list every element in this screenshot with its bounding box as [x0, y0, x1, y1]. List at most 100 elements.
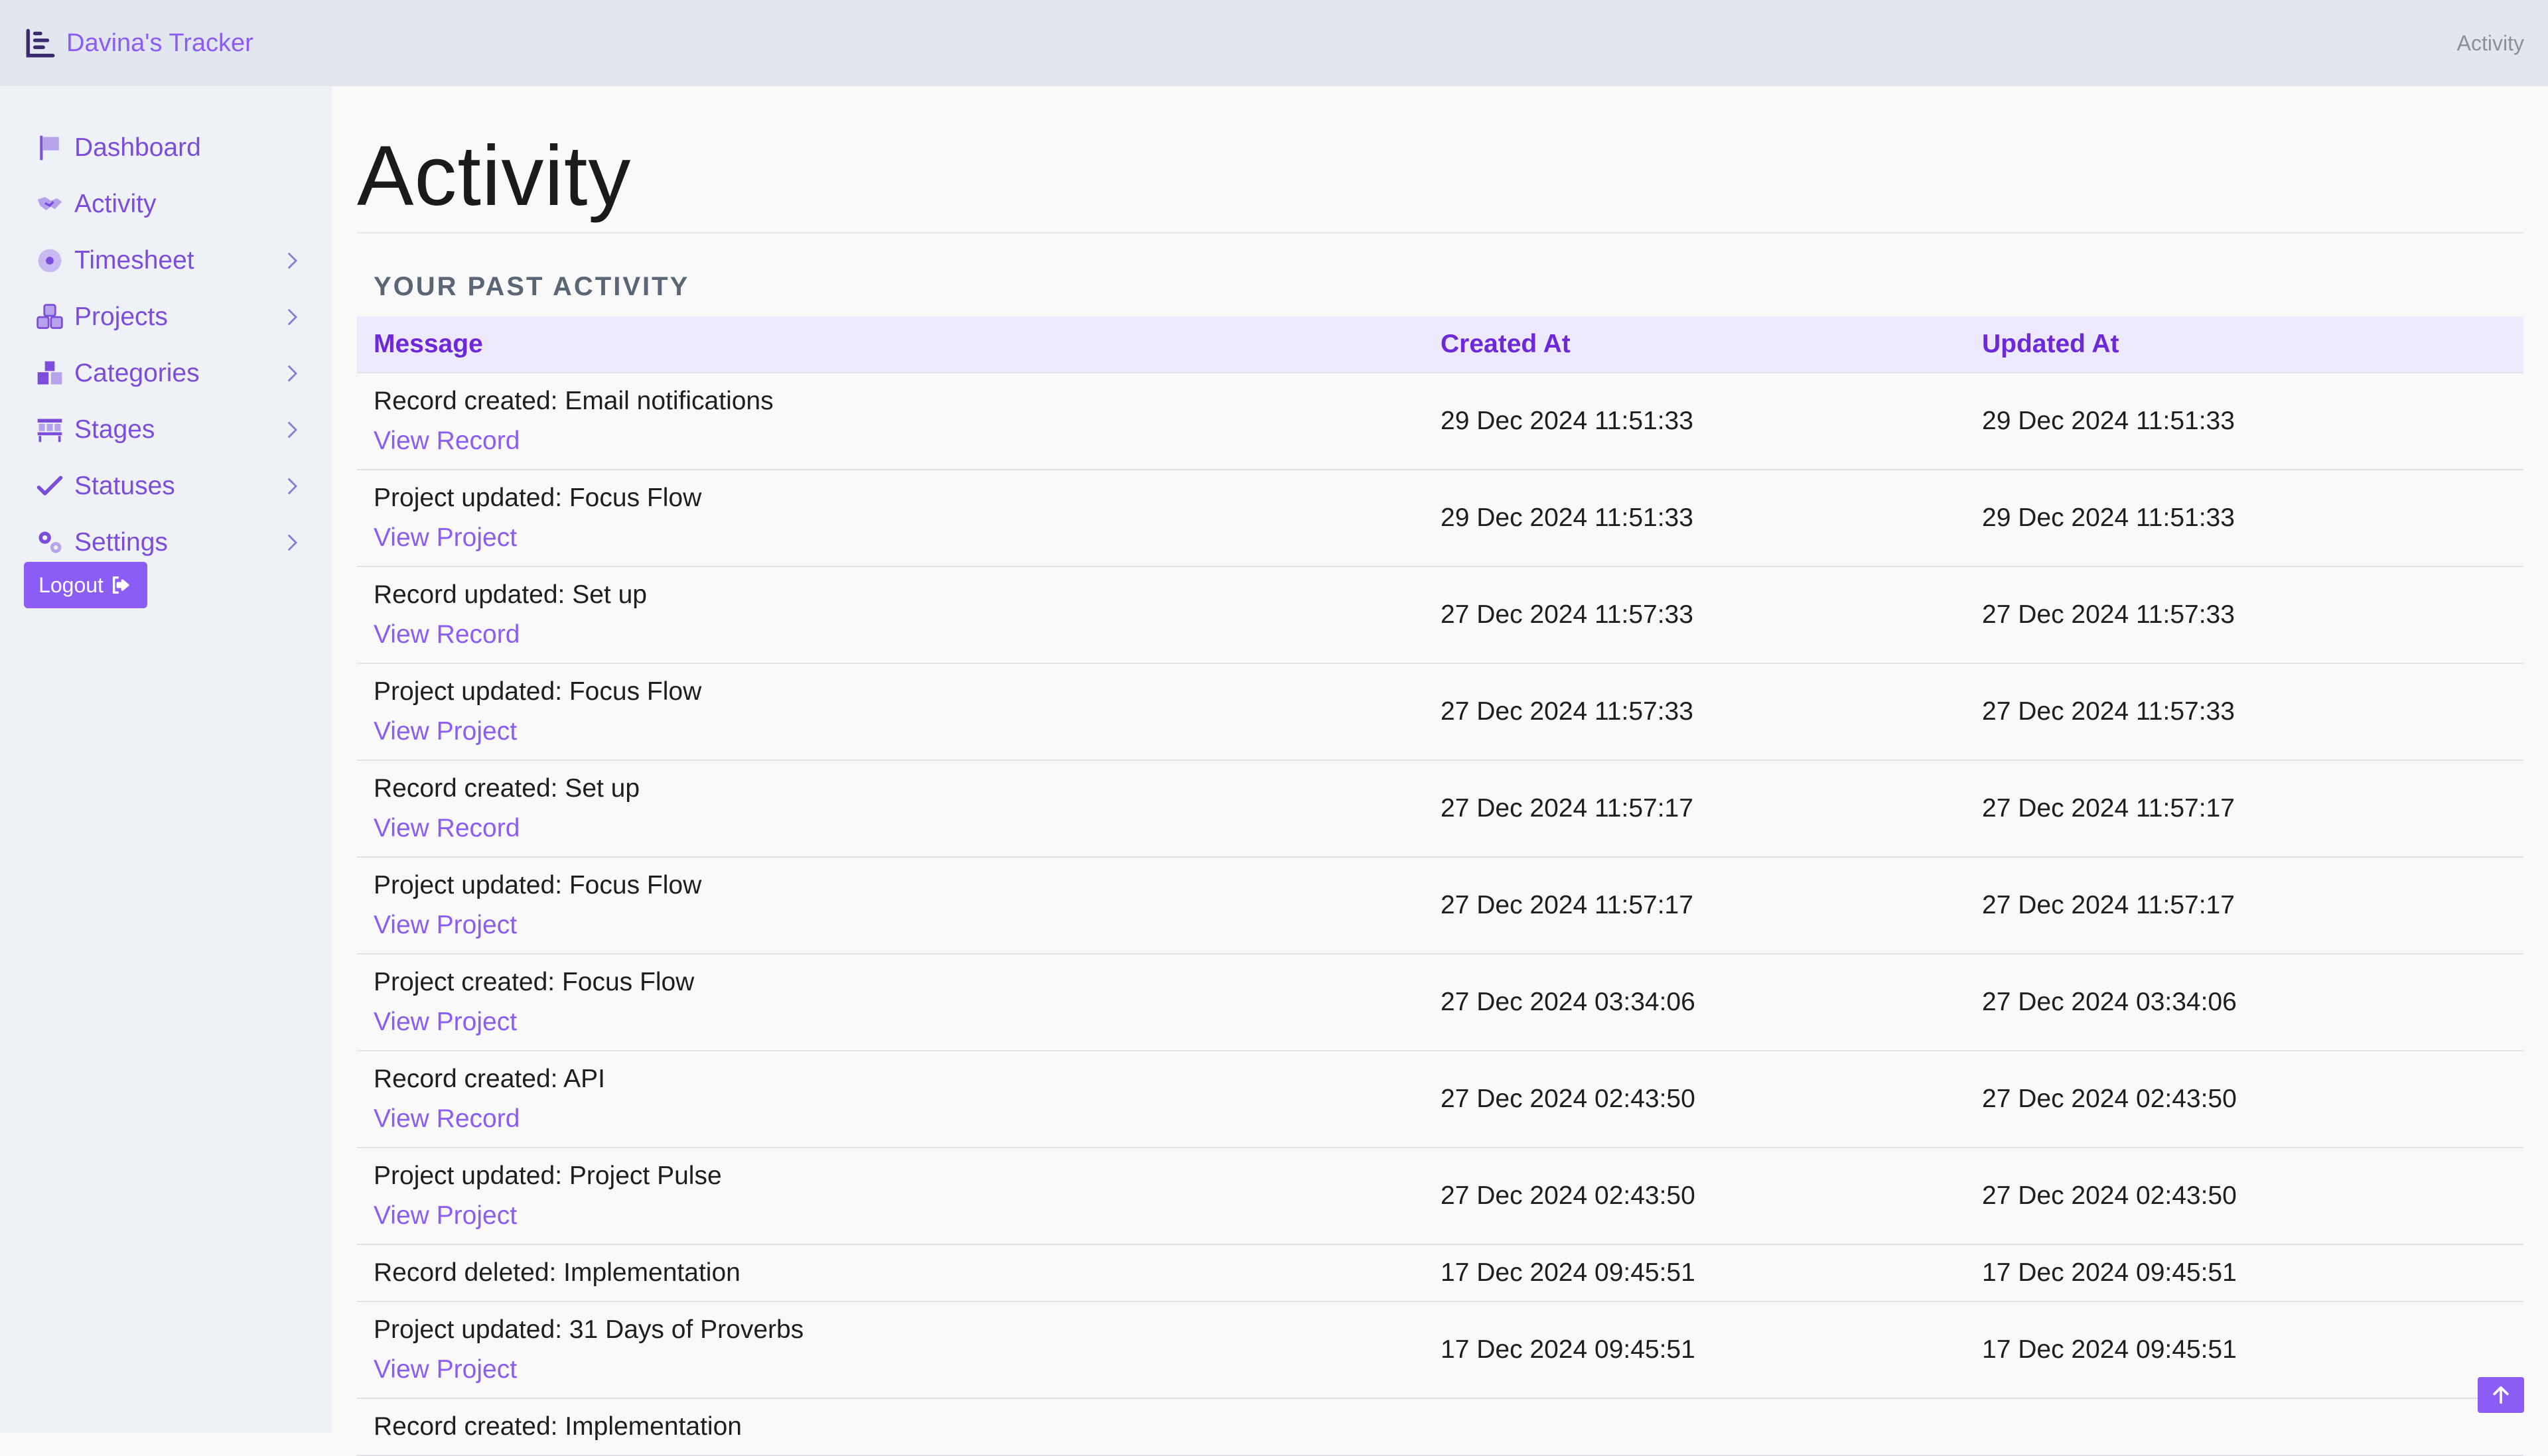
activity-table: Message Created At Updated At Record cre…: [357, 316, 2523, 1456]
gears-icon: [33, 526, 66, 559]
view-project-link[interactable]: View Project: [374, 712, 1441, 752]
sidebar-item-dashboard[interactable]: Dashboard: [0, 119, 332, 176]
message-text: Project updated: Project Pulse: [374, 1156, 1441, 1196]
message-cell: Record created: Implementation: [357, 1407, 1441, 1447]
view-project-link[interactable]: View Project: [374, 1196, 1441, 1236]
table-row: Project updated: Focus Flow View Project…: [357, 664, 2523, 761]
chevron-right-icon: [280, 306, 303, 328]
column-header-updated-at[interactable]: Updated At: [1982, 330, 2523, 359]
message-cell: Project created: Focus Flow View Project: [357, 962, 1441, 1042]
table-row: Project updated: Project Pulse View Proj…: [357, 1148, 2523, 1245]
view-project-link[interactable]: View Project: [374, 905, 1441, 945]
message-text: Project updated: Focus Flow: [374, 478, 1441, 518]
table-row: Record deleted: Implementation 17 Dec 20…: [357, 1245, 2523, 1302]
table-row: Record created: Implementation: [357, 1399, 2523, 1456]
message-text: Record created: Implementation: [374, 1407, 1441, 1447]
brand-link[interactable]: Davina's Tracker: [24, 27, 253, 60]
table-row: Record created: Email notifications View…: [357, 373, 2523, 470]
divider: [357, 232, 2523, 233]
created-at-cell: 27 Dec 2024 11:57:17: [1441, 891, 1982, 920]
view-record-link[interactable]: View Record: [374, 1099, 1441, 1139]
disc-icon: [33, 244, 66, 277]
message-cell: Project updated: Focus Flow View Project: [357, 478, 1441, 558]
chevron-right-icon: [280, 419, 303, 441]
column-header-message[interactable]: Message: [357, 330, 1441, 359]
created-at-cell: 17 Dec 2024 09:45:51: [1441, 1258, 1982, 1288]
message-cell: Project updated: Focus Flow View Project: [357, 672, 1441, 752]
sidebar-item-timesheet[interactable]: Timesheet: [0, 232, 332, 289]
sidebar-item-label: Activity: [74, 190, 157, 219]
message-cell: Record created: Set up View Record: [357, 769, 1441, 848]
sidebar-item-label: Timesheet: [74, 246, 194, 275]
sidebar-item-label: Statuses: [74, 472, 175, 501]
updated-at-cell: 27 Dec 2024 02:43:50: [1982, 1181, 2523, 1211]
sidebar-item-label: Stages: [74, 415, 155, 444]
brand-title: Davina's Tracker: [66, 29, 253, 58]
sidebar-item-label: Settings: [74, 528, 168, 557]
updated-at-cell: 27 Dec 2024 11:57:17: [1982, 891, 2523, 920]
table-row: Project created: Focus Flow View Project…: [357, 955, 2523, 1051]
flag-icon: [33, 131, 66, 165]
sidebar-item-stages[interactable]: Stages: [0, 401, 332, 458]
created-at-cell: 29 Dec 2024 11:51:33: [1441, 407, 1982, 436]
sidebar-item-activity[interactable]: Activity: [0, 176, 332, 232]
sidebar-item-label: Projects: [74, 302, 168, 332]
cubes-icon: [33, 300, 66, 334]
message-text: Record created: Set up: [374, 769, 1441, 809]
message-text: Project updated: Focus Flow: [374, 672, 1441, 712]
handshake-icon: [33, 188, 66, 221]
table-row: Record updated: Set up View Record 27 De…: [357, 567, 2523, 664]
chevron-right-icon: [280, 249, 303, 272]
arrow-up-icon: [2490, 1384, 2512, 1406]
chevron-right-icon: [280, 475, 303, 497]
view-record-link[interactable]: View Record: [374, 421, 1441, 461]
table-row: Project updated: 31 Days of Proverbs Vie…: [357, 1302, 2523, 1399]
table-row: Project updated: Focus Flow View Project…: [357, 858, 2523, 955]
message-cell: Project updated: 31 Days of Proverbs Vie…: [357, 1310, 1441, 1390]
scroll-to-top-button[interactable]: [2478, 1377, 2524, 1413]
message-cell: Record deleted: Implementation: [357, 1253, 1441, 1293]
message-text: Project created: Focus Flow: [374, 962, 1441, 1002]
boxes-icon: [33, 357, 66, 390]
logout-button[interactable]: Logout: [24, 562, 147, 608]
column-header-created-at[interactable]: Created At: [1441, 330, 1982, 359]
updated-at-cell: 27 Dec 2024 03:34:06: [1982, 988, 2523, 1017]
view-project-link[interactable]: View Project: [374, 1002, 1441, 1042]
updated-at-cell: 27 Dec 2024 11:57:33: [1982, 600, 2523, 629]
updated-at-cell: 27 Dec 2024 02:43:50: [1982, 1085, 2523, 1114]
view-project-link[interactable]: View Project: [374, 1350, 1441, 1390]
message-cell: Record updated: Set up View Record: [357, 575, 1441, 655]
sidebar-item-categories[interactable]: Categories: [0, 345, 332, 401]
top-navbar: Davina's Tracker Activity: [0, 0, 2548, 86]
chevron-right-icon: [280, 531, 303, 554]
message-text: Record created: API: [374, 1059, 1441, 1099]
view-project-link[interactable]: View Project: [374, 518, 1441, 558]
created-at-cell: 27 Dec 2024 11:57:17: [1441, 794, 1982, 823]
chart-icon: [24, 27, 57, 60]
created-at-cell: 29 Dec 2024 11:51:33: [1441, 503, 1982, 533]
updated-at-cell: 27 Dec 2024 11:57:17: [1982, 794, 2523, 823]
created-at-cell: 27 Dec 2024 03:34:06: [1441, 988, 1982, 1017]
created-at-cell: 27 Dec 2024 02:43:50: [1441, 1181, 1982, 1211]
sidebar-item-statuses[interactable]: Statuses: [0, 458, 332, 514]
message-cell: Project updated: Project Pulse View Proj…: [357, 1156, 1441, 1236]
view-record-link[interactable]: View Record: [374, 809, 1441, 848]
updated-at-cell: 29 Dec 2024 11:51:33: [1982, 503, 2523, 533]
updated-at-cell: 17 Dec 2024 09:45:51: [1982, 1335, 2523, 1364]
shelves-icon: [33, 413, 66, 446]
message-text: Project updated: Focus Flow: [374, 866, 1441, 905]
sign-out-icon: [110, 574, 133, 596]
created-at-cell: 27 Dec 2024 11:57:33: [1441, 600, 1982, 629]
message-cell: Project updated: Focus Flow View Project: [357, 866, 1441, 945]
table-row: Project updated: Focus Flow View Project…: [357, 470, 2523, 567]
created-at-cell: 17 Dec 2024 09:45:51: [1441, 1335, 1982, 1364]
sidebar-item-projects[interactable]: Projects: [0, 289, 332, 345]
message-text: Record created: Email notifications: [374, 381, 1441, 421]
table-header: Message Created At Updated At: [357, 316, 2523, 373]
sidebar: Dashboard Activity Timesheet Projects Ca…: [0, 86, 332, 1433]
table-row: Record created: API View Record 27 Dec 2…: [357, 1051, 2523, 1148]
view-record-link[interactable]: View Record: [374, 615, 1441, 655]
message-text: Project updated: 31 Days of Proverbs: [374, 1310, 1441, 1350]
message-cell: Record created: Email notifications View…: [357, 381, 1441, 461]
logout-label: Logout: [38, 573, 104, 598]
